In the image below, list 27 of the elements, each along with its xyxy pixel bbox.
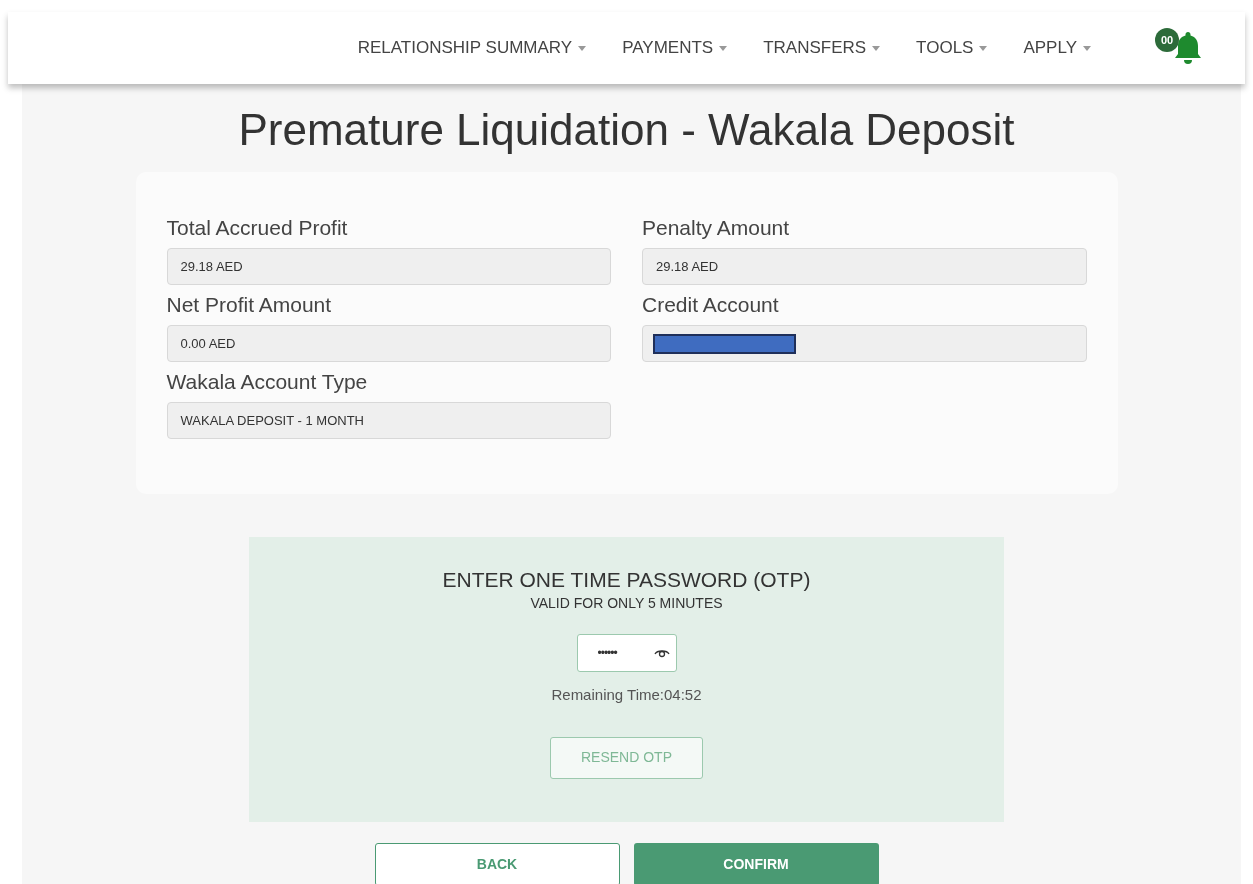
caret-icon [578,45,587,51]
caret-icon [719,45,728,51]
caret-icon [1083,45,1091,51]
readonly-field: WAKALA DEPOSIT - 1 MONTH [166,402,611,439]
caret-icon [979,45,988,51]
field-label: Penalty Amount [642,215,791,241]
eye-icon[interactable] [653,647,670,659]
bell-icon[interactable] [1173,30,1203,66]
readonly-field: 29.18 AED [166,248,611,285]
field-label: Total Accrued Profit [166,215,349,241]
caret-icon [872,45,881,51]
otp-subheading: VALID FOR ONLY 5 MINUTES [530,594,723,613]
field-label: Credit Account [642,292,780,318]
readonly-field: 29.18 AED [642,248,1087,285]
nav-menu-item[interactable]: PAYMENTS [622,35,728,61]
field-label: Wakala Account Type [166,369,369,395]
remaining-time: Remaining Time:04:52 [551,685,702,705]
nav-menu-item[interactable]: APPLY [1023,35,1091,61]
notification-badge: 00 [1155,28,1179,52]
nav-menu-item[interactable]: TRANSFERS [763,35,881,61]
page-title: Premature Liquidation - Wakala Deposit [238,104,1015,156]
readonly-field: 0.00 AED [166,325,611,362]
field-label: Net Profit Amount [166,292,333,318]
nav-menu-item[interactable]: RELATIONSHIP SUMMARY [357,35,587,61]
nav-menu-item[interactable]: TOOLS [916,35,988,61]
otp-input-field[interactable]: •••••• [576,634,677,672]
otp-heading: ENTER ONE TIME PASSWORD (OTP) [442,567,811,593]
